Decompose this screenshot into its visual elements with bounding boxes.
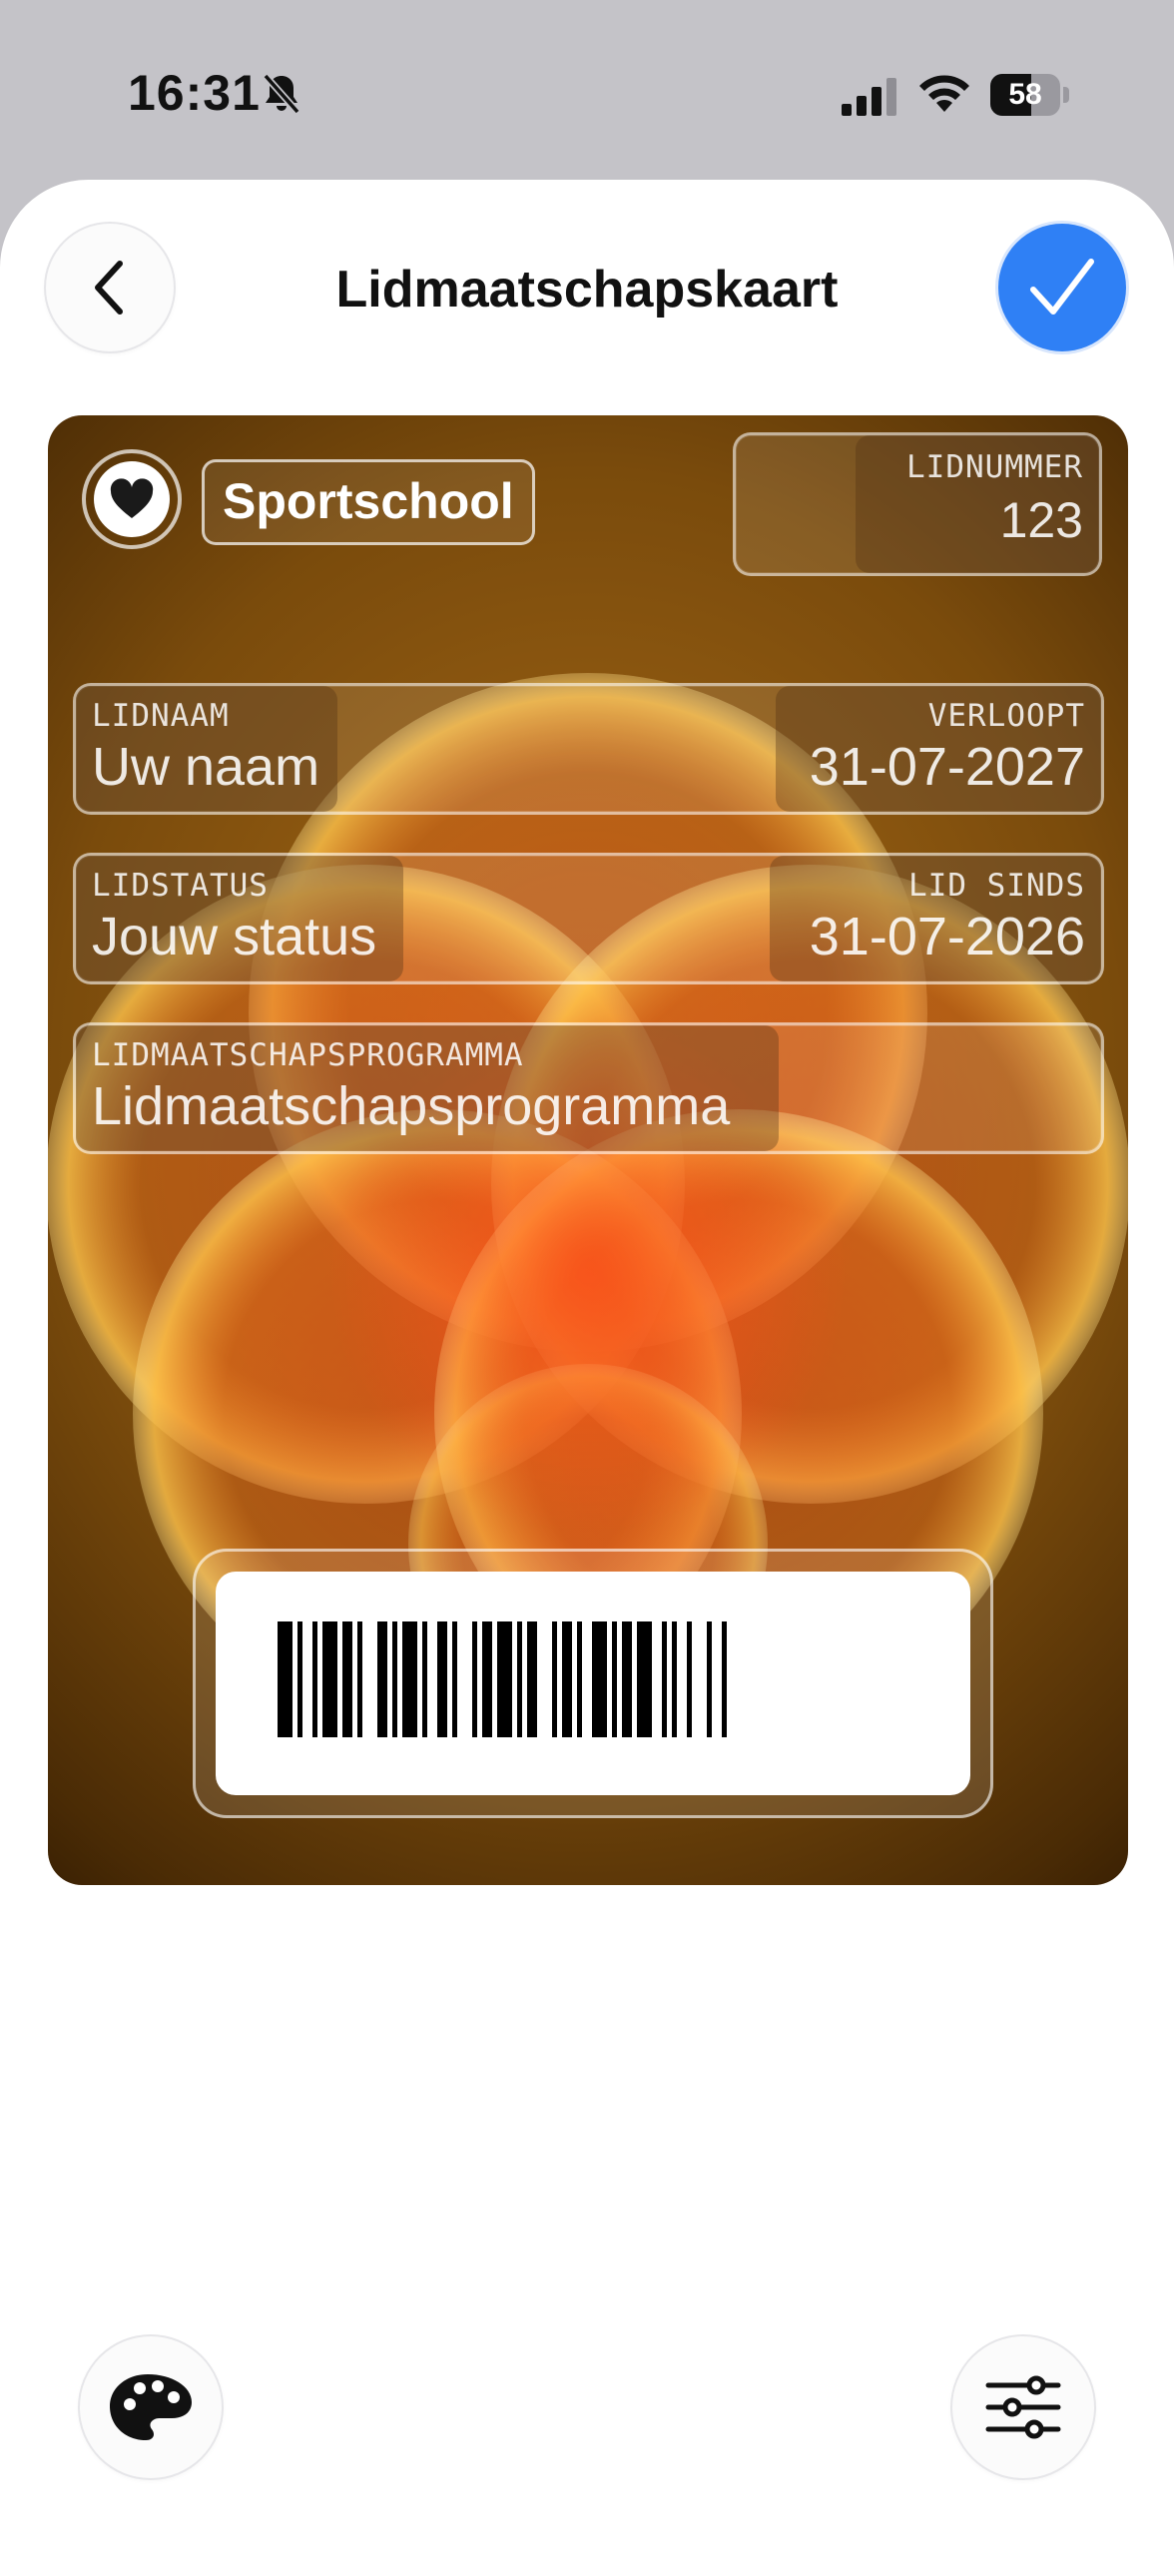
member-name-field[interactable]: LIDNAAM Uw naam VERLOOPT 31-07-2027 [73, 683, 1104, 815]
member-name-label: LIDNAAM [92, 698, 230, 734]
barcode-bar [592, 1621, 607, 1737]
bell-slash-icon [263, 73, 300, 115]
page-title: Lidmaatschapskaart [335, 261, 839, 319]
edit-sheet: Lidmaatschapskaart Sportschool LIDNUMMER… [0, 180, 1174, 2576]
member-since-value: 31-07-2026 [809, 907, 1085, 966]
confirm-button[interactable] [998, 224, 1126, 351]
field-settings-button[interactable] [952, 2336, 1094, 2478]
member-number-value: 123 [999, 492, 1083, 548]
brand-logo[interactable] [82, 449, 182, 549]
member-status-value: Jouw status [92, 907, 377, 966]
battery-percentage: 58 [1008, 78, 1042, 111]
cellular-signal-icon [842, 78, 896, 116]
checkmark-icon [1030, 259, 1094, 315]
barcode-bar [342, 1621, 352, 1737]
member-status-field[interactable]: LIDSTATUS Jouw status LID SINDS 31-07-20… [73, 853, 1104, 984]
barcode-bar [357, 1621, 362, 1737]
barcode-bar [297, 1621, 302, 1737]
barcode [278, 1621, 727, 1737]
barcode-bar [422, 1621, 427, 1737]
barcode-bar [472, 1621, 477, 1737]
barcode-bar [722, 1621, 727, 1737]
member-number-label: LIDNUMMER [906, 449, 1083, 485]
battery-indicator: 58 [990, 74, 1070, 116]
wifi-icon [919, 75, 969, 112]
member-since-label: LID SINDS [908, 868, 1085, 904]
barcode-bar [577, 1621, 582, 1737]
theme-palette-button[interactable] [80, 2336, 222, 2478]
barcode-bar [322, 1621, 337, 1737]
sliders-icon [985, 2375, 1061, 2439]
membership-program-value: Lidmaatschapsprogramma [92, 1076, 731, 1136]
member-name-value: Uw naam [92, 737, 320, 797]
barcode-bar [497, 1621, 512, 1737]
barcode-field[interactable] [193, 1549, 993, 1818]
membership-card[interactable]: Sportschool LIDNUMMER 123 LIDNAAM Uw naa… [48, 415, 1128, 1885]
chevron-left-icon [95, 261, 123, 315]
brand-name-field[interactable]: Sportschool [202, 459, 535, 545]
member-number-field[interactable]: LIDNUMMER 123 [733, 432, 1102, 576]
barcode-bar [482, 1621, 492, 1737]
barcode-bar [278, 1621, 293, 1737]
barcode-bar [552, 1621, 557, 1737]
barcode-bar [312, 1621, 317, 1737]
expires-value: 31-07-2027 [809, 737, 1085, 797]
barcode-bar [612, 1621, 617, 1737]
barcode-bar [687, 1621, 692, 1737]
back-button[interactable] [46, 224, 174, 351]
expires-label: VERLOOPT [927, 698, 1085, 734]
member-status-label: LIDSTATUS [92, 868, 269, 904]
barcode-bar [377, 1621, 387, 1737]
barcode-bar [622, 1621, 632, 1737]
membership-program-label: LIDMAATSCHAPSPROGRAMMA [92, 1037, 524, 1073]
barcode-bar [517, 1621, 522, 1737]
barcode-bar [662, 1621, 667, 1737]
barcode-bar [402, 1621, 417, 1737]
heart-icon [110, 478, 154, 518]
status-bar: 16:31 58 [0, 0, 1174, 180]
barcode-bar [562, 1621, 572, 1737]
status-time: 16:31 [128, 65, 261, 121]
barcode-bar [452, 1621, 457, 1737]
barcode-bar [637, 1621, 652, 1737]
palette-icon [110, 2374, 192, 2440]
barcode-bar [392, 1621, 397, 1737]
barcode-bar [437, 1621, 447, 1737]
membership-program-field[interactable]: LIDMAATSCHAPSPROGRAMMA Lidmaatschapsprog… [73, 1022, 1104, 1154]
barcode-bar [672, 1621, 677, 1737]
barcode-bar [707, 1621, 712, 1737]
barcode-bar [527, 1621, 537, 1737]
